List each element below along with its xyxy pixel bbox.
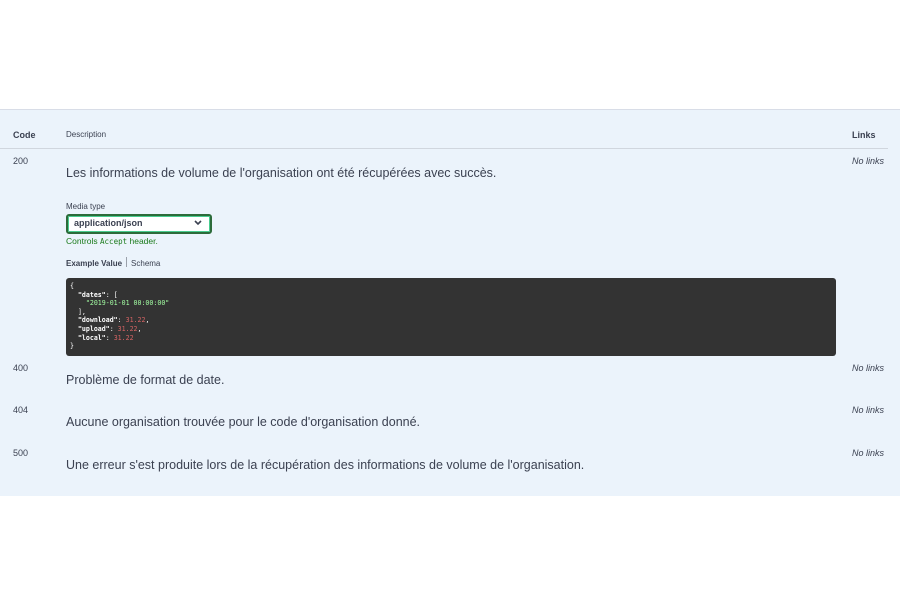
tab-example-value[interactable]: Example Value <box>66 259 122 268</box>
response-description-500: Une erreur s'est produite lors de la réc… <box>66 458 585 472</box>
tab-divider <box>126 257 128 267</box>
response-description-400: Problème de format de date. <box>66 373 225 387</box>
json-value-download: 31.22 <box>125 316 146 325</box>
json-key-dates: "dates" <box>77 290 106 299</box>
example-value-code-block: { "dates": [ "2019-01-01 00:00:00" ], "d… <box>66 278 836 356</box>
example-tabs: Example Value Schema <box>66 257 160 268</box>
response-links-200: No links <box>852 156 885 166</box>
response-links-404: No links <box>852 405 885 415</box>
json-value-local: 31.22 <box>113 333 134 342</box>
response-description-200: Les informations de volume de l'organisa… <box>66 166 497 180</box>
tab-schema[interactable]: Schema <box>131 259 160 268</box>
response-code-400: 400 <box>13 363 29 373</box>
responses-table-header: Code Description Links <box>0 130 888 149</box>
media-type-label: Media type <box>66 202 106 211</box>
response-code-404: 404 <box>13 405 29 415</box>
json-key-download: "download" <box>77 316 118 325</box>
header-links: Links <box>852 130 876 140</box>
header-code: Code <box>13 130 36 140</box>
json-close-brace: } <box>70 342 74 351</box>
controls-accept-note: Controls Accept header. <box>66 236 158 246</box>
header-description: Description <box>66 130 107 139</box>
json-value-dates: "2019-01-01 00:00:00" <box>85 299 170 308</box>
controls-suffix: header. <box>129 236 158 246</box>
json-open-brace: { <box>70 282 74 290</box>
json-dates-close: ], <box>77 307 86 316</box>
response-code-200: 200 <box>13 156 29 166</box>
json-key-local: "local" <box>77 333 106 342</box>
json-value-upload: 31.22 <box>117 324 138 333</box>
json-key-upload: "upload" <box>77 324 110 333</box>
controls-accept-code: Accept <box>100 237 128 246</box>
response-links-500: No links <box>852 448 885 458</box>
responses-panel: Code Description Links 200 No links Les … <box>0 109 900 496</box>
response-links-400: No links <box>852 363 885 373</box>
chevron-down-icon <box>194 220 202 226</box>
controls-prefix: Controls <box>66 236 98 246</box>
media-type-value: application/json <box>74 218 143 228</box>
media-type-select[interactable]: application/json <box>66 214 212 234</box>
json-dates-open: : [ <box>105 290 118 299</box>
response-description-404: Aucune organisation trouvée pour le code… <box>66 415 421 429</box>
response-code-500: 500 <box>13 448 29 458</box>
